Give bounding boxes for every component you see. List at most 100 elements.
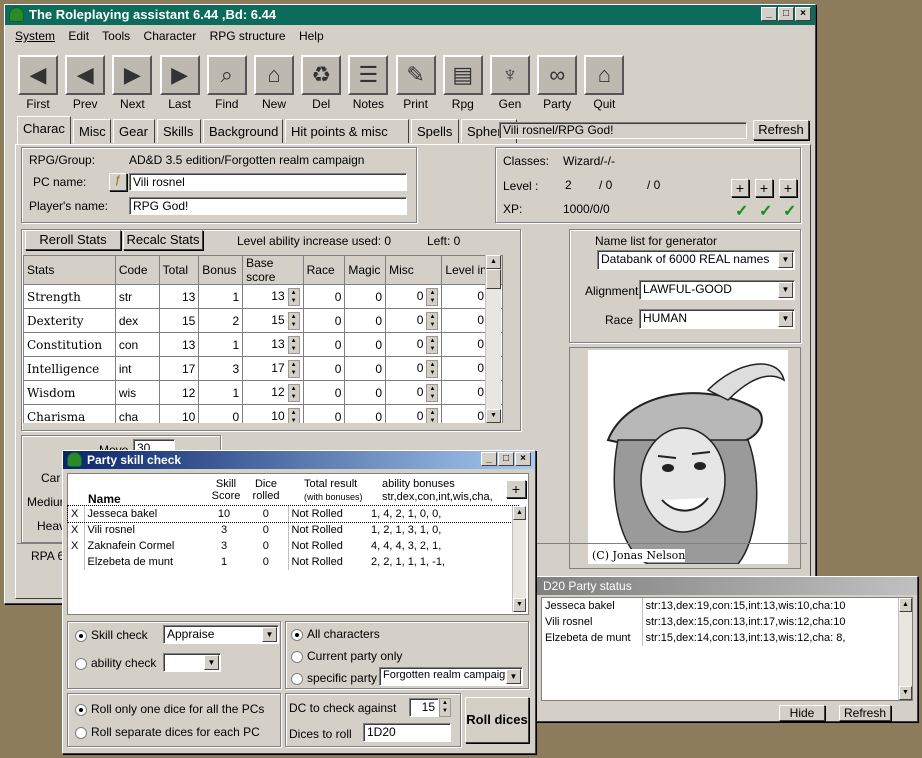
alignment-select[interactable]: LAWFUL-GOOD ▼	[639, 280, 795, 300]
stepper-icon[interactable]: ▲▼	[426, 383, 439, 402]
recycle-icon[interactable]: ♻	[301, 55, 342, 95]
all-characters-radio-dot[interactable]	[291, 628, 303, 641]
roll-one-radio[interactable]: Roll only one dice for all the PCs	[75, 702, 264, 716]
arrow-last-icon[interactable]: ▶	[159, 55, 200, 95]
current-party-radio[interactable]: Current party only	[291, 649, 402, 663]
tab-misc[interactable]: Misc	[73, 119, 111, 143]
minimize-button[interactable]: _	[761, 7, 777, 21]
tab-gear[interactable]: Gear	[113, 119, 155, 143]
tab-spells[interactable]: Spells	[411, 119, 459, 143]
d20-row[interactable]: Elzebeta de munt str:15,dex:14,con:13,int…	[542, 630, 892, 646]
stepper-icon[interactable]: ▲▼	[287, 407, 300, 423]
stat-misc[interactable]: 0 ▲ ▼	[385, 404, 443, 423]
tab-skills[interactable]: Skills	[157, 119, 201, 143]
ability-check-radio-dot[interactable]	[75, 657, 87, 670]
stepper-icon[interactable]: ▲▼	[426, 311, 439, 330]
specific-party-radio-dot[interactable]	[291, 672, 303, 685]
party-select[interactable]: Forgotten realm campaign ▼	[379, 667, 523, 686]
toolbar-first-button[interactable]: ◀ First	[17, 55, 59, 111]
level-up-2-button[interactable]: +	[755, 179, 773, 197]
stepper-icon[interactable]: ▲▼	[426, 407, 439, 423]
pc-name-field[interactable]: Vili rosnel	[129, 173, 407, 191]
tab-charac[interactable]: Charac	[17, 116, 71, 144]
refresh-button[interactable]: Refresh	[753, 120, 809, 140]
party-scrollbar[interactable]: ▲ ▼	[512, 506, 526, 612]
stepper-icon[interactable]: ▲▼	[426, 359, 439, 378]
party-row[interactable]: X Jesseca bakel 10 0 Not Rolled 1, 4, 2, 1, 0…	[67, 505, 519, 523]
add-party-member-button[interactable]: +	[506, 480, 526, 498]
arrow-prev-icon[interactable]: ◀	[65, 55, 106, 95]
portrait-image[interactable]: (C) Jonas Nelson	[588, 350, 788, 564]
stepper-icon[interactable]: ▲▼	[426, 287, 439, 306]
level-up-1-button[interactable]: +	[731, 179, 749, 197]
maximize-button[interactable]: □	[778, 7, 794, 21]
toolbar-del-button[interactable]: ♻ Del	[300, 55, 342, 111]
stat-base-score[interactable]: 10 ▲ ▼	[242, 404, 304, 423]
roll-dices-button[interactable]: Roll dices	[465, 697, 529, 743]
dc-field[interactable]: 15	[409, 698, 439, 717]
stat-base-score[interactable]: 13 ▲ ▼	[242, 332, 304, 357]
menu-character[interactable]: Character	[144, 29, 197, 43]
stepper-icon[interactable]: ▲▼	[426, 335, 439, 354]
toolbar-print-button[interactable]: ✎ Print	[395, 55, 437, 111]
stepper-icon[interactable]: ▲▼	[287, 383, 300, 402]
toolbar-quit-button[interactable]: ⌂ Quit	[583, 55, 625, 111]
menu-edit[interactable]: Edit	[68, 29, 89, 43]
chevron-down-icon[interactable]: ▼	[204, 655, 219, 670]
chevron-down-icon[interactable]: ▼	[778, 252, 793, 268]
house-icon[interactable]: ⌂	[584, 55, 625, 95]
d20-refresh-button[interactable]: Refresh	[839, 705, 891, 721]
stepper-icon[interactable]: ▲▼	[287, 335, 300, 354]
dices-field[interactable]: 1D20	[363, 723, 451, 742]
menu-system[interactable]: System	[15, 29, 55, 43]
stat-misc[interactable]: 0 ▲ ▼	[385, 332, 443, 357]
toolbar-next-button[interactable]: ▶ Next	[111, 55, 153, 111]
close-button[interactable]: ×	[795, 7, 811, 21]
stat-base-score[interactable]: 12 ▲ ▼	[242, 380, 304, 405]
stat-base-score[interactable]: 17 ▲ ▼	[242, 356, 304, 381]
party-maximize-button[interactable]: □	[498, 452, 514, 466]
roll-separate-radio-dot[interactable]	[75, 726, 87, 739]
gen-icon[interactable]: ♆	[490, 55, 530, 95]
skill-check-radio[interactable]: Skill check	[75, 628, 148, 642]
reroll-stats-button[interactable]: Reroll Stats	[25, 230, 121, 250]
level-up-3-button[interactable]: +	[779, 179, 797, 197]
stat-misc[interactable]: 0 ▲ ▼	[385, 380, 443, 405]
player-name-field[interactable]: RPG God!	[129, 197, 407, 215]
skill-select[interactable]: Appraise ▼	[163, 625, 279, 644]
toolbar-prev-button[interactable]: ◀ Prev	[64, 55, 106, 111]
dc-spinner[interactable]: ▲ ▼	[439, 698, 451, 717]
toolbar-gen-button[interactable]: ♆ Gen	[489, 55, 531, 111]
tab-hit-points-misc[interactable]: Hit points & misc	[285, 119, 409, 143]
print-icon[interactable]: ✎	[395, 55, 436, 95]
glasses-icon[interactable]: ⌕	[206, 55, 247, 95]
toolbar-notes-button[interactable]: ☰ Notes	[347, 55, 389, 111]
party-icon[interactable]: ∞	[537, 55, 578, 95]
skill-check-radio-dot[interactable]	[75, 629, 87, 642]
toolbar-party-button[interactable]: ∞ Party	[536, 55, 578, 111]
specific-party-radio[interactable]: specific party	[291, 671, 377, 685]
notes-icon[interactable]: ☰	[348, 55, 389, 95]
roll-one-radio-dot[interactable]	[75, 703, 87, 716]
name-generate-button[interactable]: ƒ	[109, 173, 127, 191]
tab-background[interactable]: Background	[203, 119, 283, 143]
chevron-down-icon[interactable]: ▼	[778, 311, 793, 327]
d20-row[interactable]: Vili rosnel str:13,dex:15,con:13,int:17,w…	[542, 614, 892, 630]
menu-rpg-structure[interactable]: RPG structure	[210, 29, 286, 43]
toolbar-find-button[interactable]: ⌕ Find	[206, 55, 248, 111]
d20-row[interactable]: Jesseca bakel str:13,dex:19,con:15,int:13…	[542, 598, 892, 614]
chevron-down-icon[interactable]: ▼	[778, 282, 793, 298]
stats-scrollbar[interactable]: ▲ ▼	[485, 255, 501, 423]
roll-separate-radio[interactable]: Roll separate dices for each PC	[75, 725, 260, 739]
name-list-select[interactable]: Databank of 6000 REAL names ▼	[597, 250, 795, 270]
stat-misc[interactable]: 0 ▲ ▼	[385, 308, 443, 333]
party-row[interactable]: X Vili rosnel 3 0 Not Rolled 1, 2, 1, 3, 1, 0…	[68, 522, 518, 538]
party-row[interactable]: X Zaknafein Cormel 3 0 Not Rolled 4, 4, 4, 3,…	[68, 538, 518, 554]
arrow-first-icon[interactable]: ◀	[18, 55, 58, 95]
race-select[interactable]: HUMAN ▼	[639, 309, 795, 329]
all-characters-radio[interactable]: All characters	[291, 627, 380, 641]
stat-base-score[interactable]: 13 ▲ ▼	[242, 284, 304, 309]
chevron-down-icon[interactable]: ▼	[262, 627, 277, 642]
current-party-radio-dot[interactable]	[291, 650, 303, 663]
party-row[interactable]: Elzebeta de munt 1 0 Not Rolled 2, 2, 1, 1, …	[68, 554, 518, 570]
